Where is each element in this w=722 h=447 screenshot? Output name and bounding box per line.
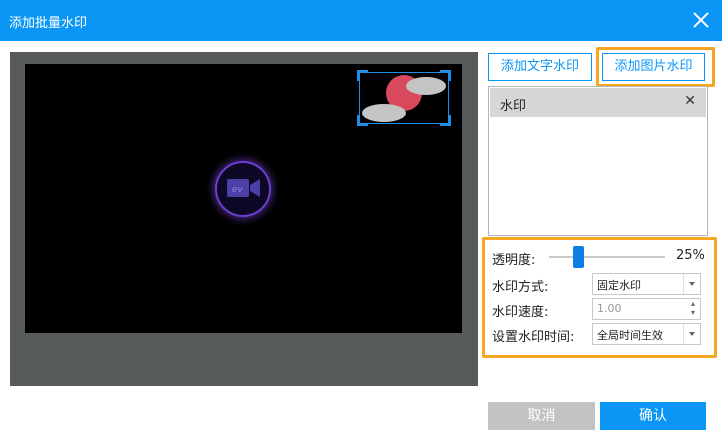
watermark-list: 水印 ✕ — [488, 86, 708, 236]
spinner-arrows-icon[interactable]: ▴ ▾ — [686, 299, 700, 319]
chevron-down-icon[interactable] — [683, 324, 700, 344]
resize-handle[interactable] — [440, 115, 451, 126]
svg-text:ev: ev — [232, 185, 244, 195]
watermark-settings-panel: 透明度: 25% 水印方式: 固定水印 水印速度: 1.00 ▴ ▾ 设置水印时间… — [482, 237, 717, 358]
speed-input-value: 1.00 — [597, 302, 622, 315]
opacity-label: 透明度: — [492, 253, 536, 268]
title-bar: 添加批量水印 — [0, 0, 722, 41]
watermark-image-selection[interactable] — [357, 70, 451, 126]
cancel-button[interactable]: 取消 — [488, 402, 595, 430]
opacity-slider[interactable] — [549, 246, 665, 268]
video-canvas: ev — [25, 64, 462, 333]
opacity-value: 25% — [676, 248, 705, 263]
close-icon[interactable] — [690, 9, 712, 31]
mode-select[interactable]: 固定水印 — [592, 273, 701, 295]
chevron-down-icon[interactable] — [683, 274, 700, 294]
list-item[interactable]: 水印 ✕ — [490, 88, 706, 117]
resize-handle[interactable] — [440, 70, 451, 81]
watermark-image — [362, 75, 446, 122]
mode-select-value: 固定水印 — [597, 279, 641, 292]
mode-label: 水印方式: — [492, 280, 549, 295]
add-image-watermark-button[interactable]: 添加图片水印 — [602, 53, 705, 81]
speed-label: 水印速度: — [492, 305, 549, 320]
video-camera-icon: ev — [215, 161, 271, 217]
dialog-title: 添加批量水印 — [9, 16, 88, 31]
time-label: 设置水印时间: — [492, 330, 575, 345]
preview-area: ev — [10, 52, 478, 386]
remove-watermark-icon[interactable]: ✕ — [684, 93, 696, 109]
time-select[interactable]: 全局时间生效 — [592, 323, 701, 345]
resize-handle[interactable] — [357, 115, 368, 126]
add-text-watermark-button[interactable]: 添加文字水印 — [488, 53, 592, 81]
confirm-button[interactable]: 确认 — [600, 402, 706, 430]
opacity-slider-thumb[interactable] — [572, 246, 584, 268]
speed-input[interactable]: 1.00 ▴ ▾ — [592, 298, 701, 320]
list-item-label: 水印 — [500, 99, 527, 114]
resize-handle[interactable] — [357, 70, 368, 81]
time-select-value: 全局时间生效 — [597, 329, 663, 342]
